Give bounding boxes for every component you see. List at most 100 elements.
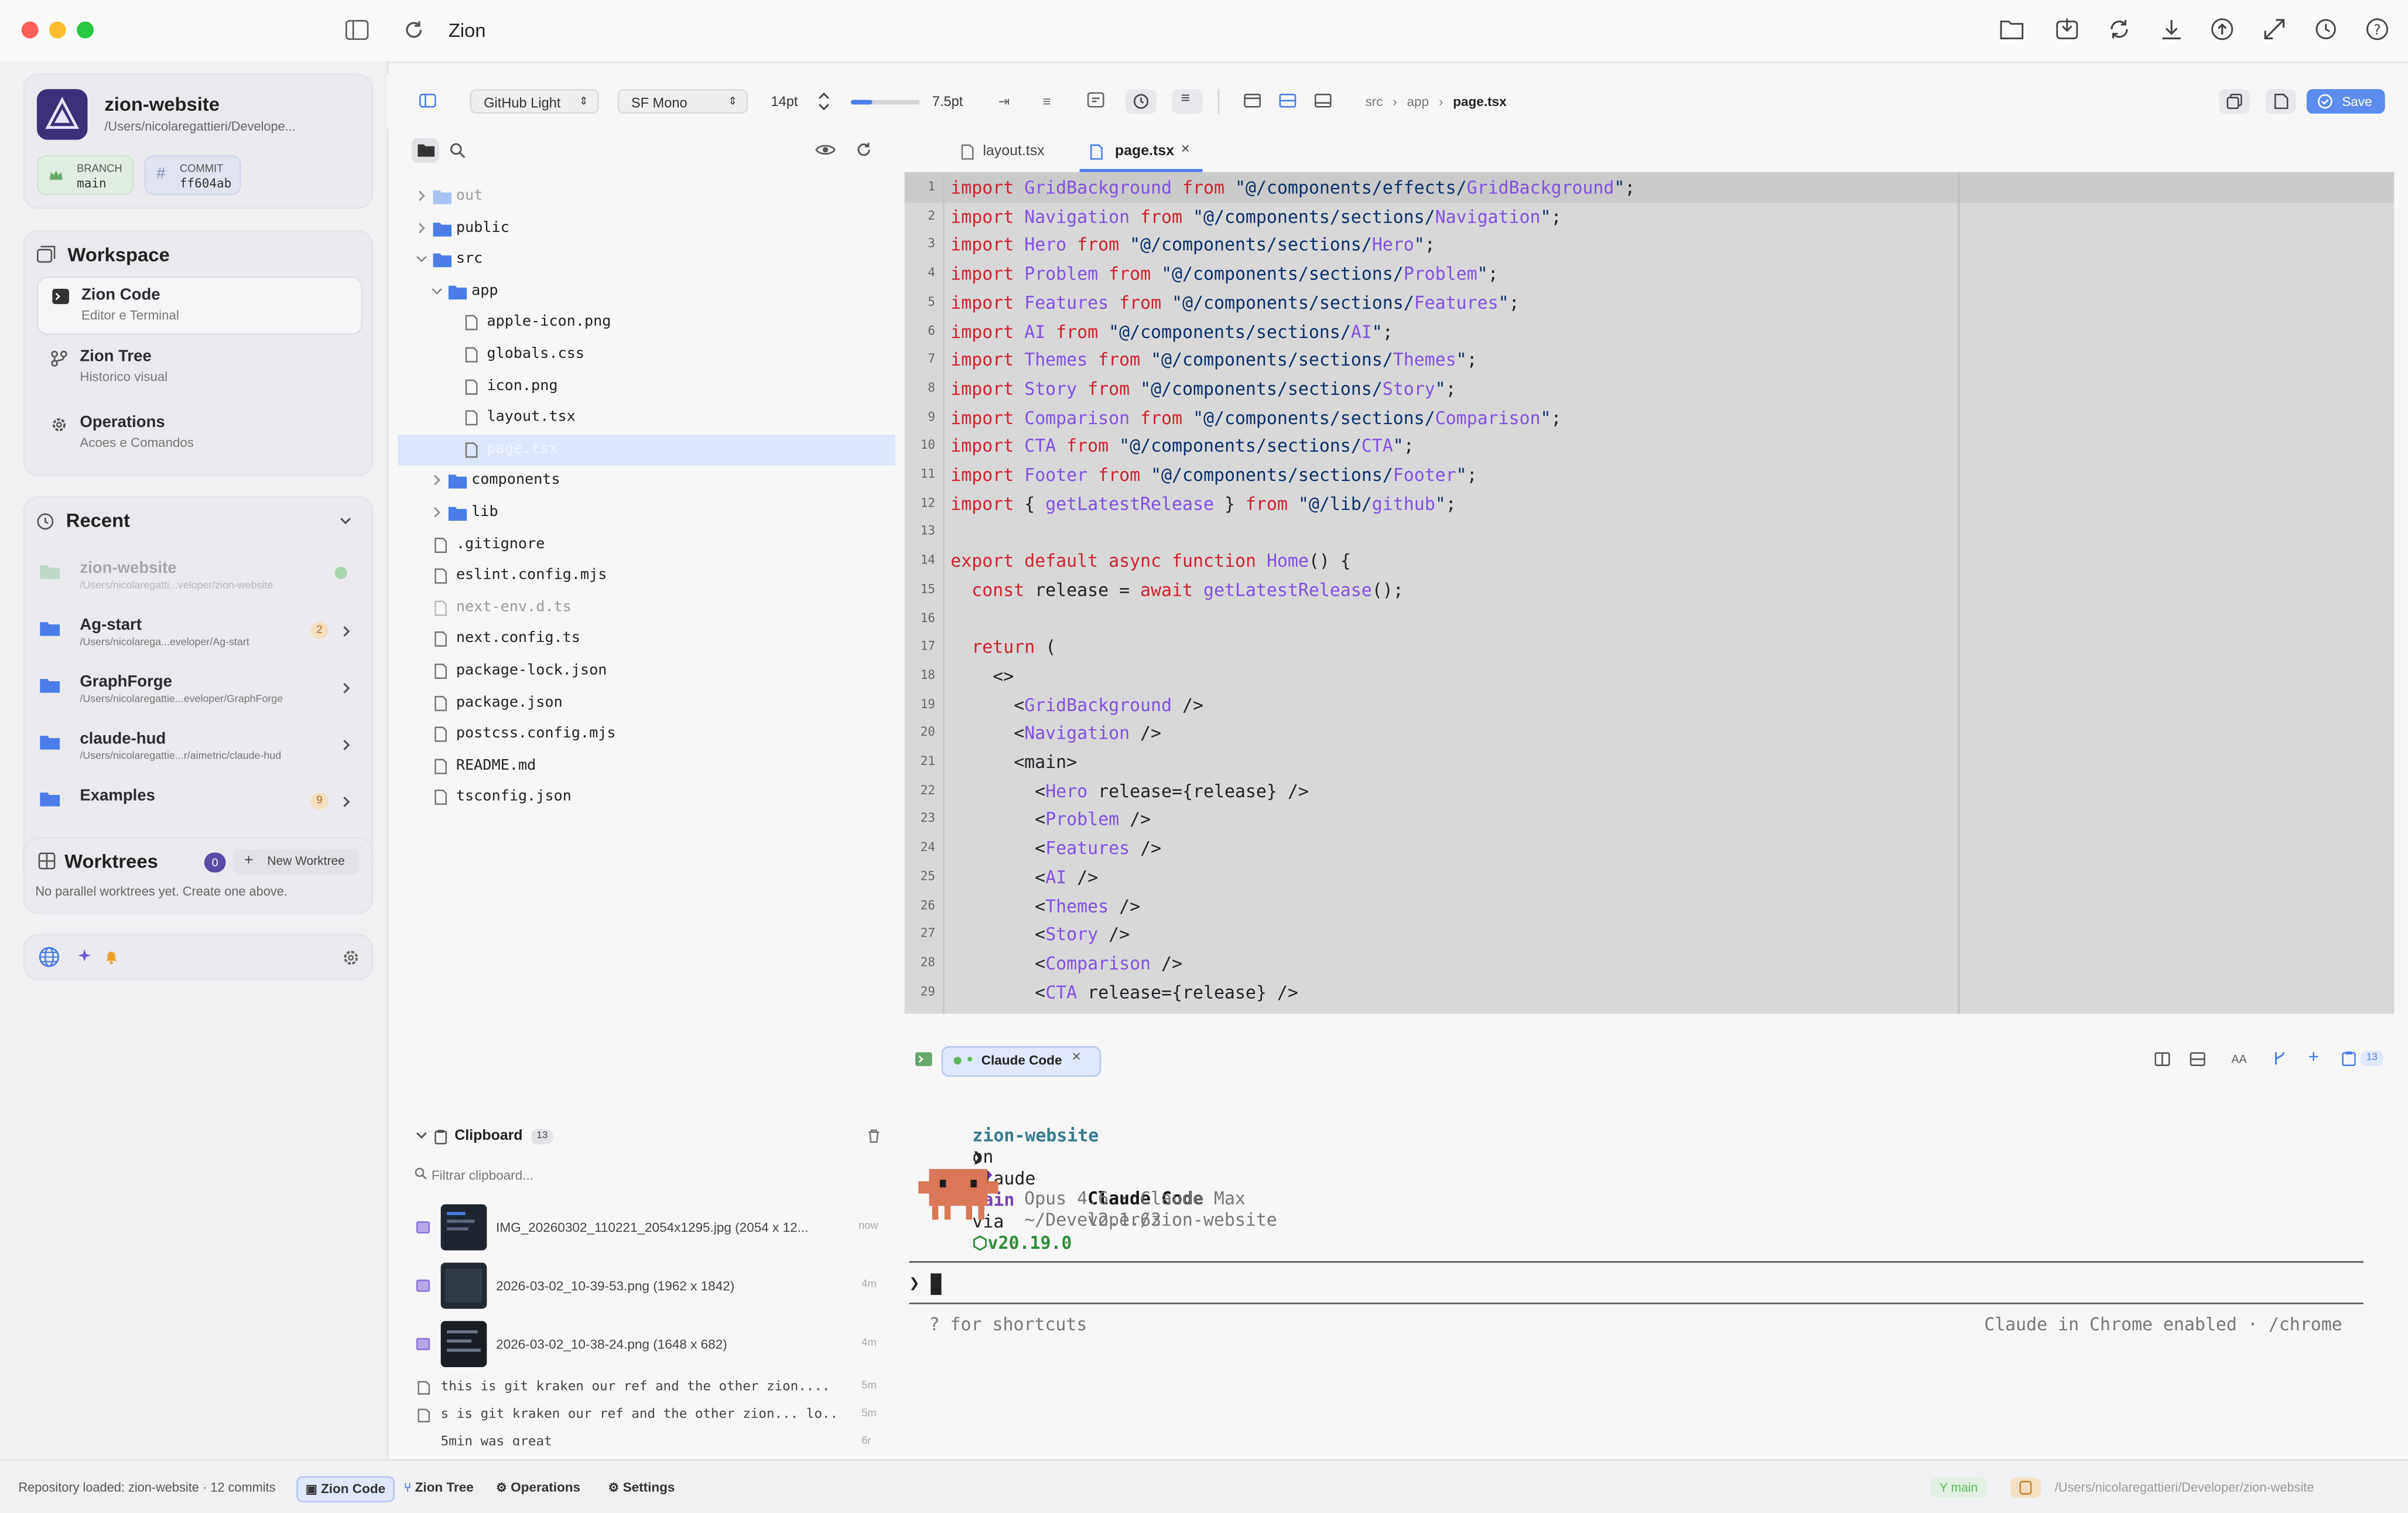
chevron-right-icon[interactable] (416, 190, 427, 201)
tree-file[interactable]: apple-icon.png (398, 308, 895, 339)
files-tab[interactable] (411, 138, 440, 163)
tree-folder[interactable]: public (398, 213, 895, 243)
image-thumbnail[interactable] (440, 1204, 487, 1251)
tree-file[interactable]: icon.png (398, 371, 895, 402)
tree-folder[interactable]: components (398, 466, 895, 497)
expand-icon[interactable] (2262, 17, 2287, 42)
recent-item[interactable]: Ag-start /Users/nicolarega...eveloper/Ag… (37, 613, 360, 665)
status-tab-settings[interactable]: ⚙ Settings (600, 1476, 682, 1499)
panel-toggle-icon[interactable] (419, 93, 436, 108)
indent-icon[interactable]: ⇥ (998, 94, 1010, 111)
tree-file[interactable]: .gitignore (398, 530, 895, 560)
globe-icon[interactable] (39, 946, 60, 968)
reload-icon[interactable] (856, 141, 873, 158)
changes-indicator[interactable] (2010, 1477, 2041, 1498)
clipboard-item[interactable]: this is git kraken our ref and the other… (441, 1379, 837, 1395)
wrap-toggle[interactable]: ≡ (1171, 89, 1203, 114)
minimap-icon[interactable] (1087, 92, 1104, 108)
sidebar-toggle-icon[interactable] (346, 20, 369, 40)
clipboard-item[interactable]: IMG_20260302_110221_2054x1295.jpg (2054 … (496, 1220, 972, 1235)
tab-layout-tsx[interactable]: layout.tsx (950, 135, 1073, 169)
close-tab-icon[interactable]: × (1181, 141, 1190, 158)
clipboard-icon[interactable] (2342, 1051, 2356, 1066)
branch-icon[interactable] (2273, 1051, 2287, 1066)
zoom-window-button[interactable] (77, 21, 94, 39)
chevron-down-icon[interactable] (416, 254, 427, 264)
chevron-down-icon[interactable] (340, 516, 352, 525)
chevron-down-icon[interactable] (416, 1132, 427, 1140)
layout-top-icon[interactable] (1244, 93, 1261, 108)
clipboard-item[interactable]: 2026-03-02_10-38-24.png (1648 x 682) (496, 1337, 972, 1352)
bell-icon[interactable] (104, 950, 118, 965)
status-tab-zion-code[interactable]: ▣ Zion Code (296, 1476, 395, 1502)
list-icon[interactable]: ≡ (1043, 94, 1051, 109)
breadcrumb-item[interactable]: src (1365, 94, 1383, 109)
tree-file[interactable]: package.json (398, 688, 895, 718)
close-window-button[interactable] (21, 21, 39, 39)
branch-pill[interactable]: BRANCH main (36, 155, 134, 196)
commit-pill[interactable]: # COMMIT ff604ab (144, 155, 241, 196)
font-select[interactable]: SF Mono ⇕ (617, 89, 748, 114)
image-thumbnail[interactable] (440, 1321, 487, 1367)
tree-file[interactable]: next.config.ts (398, 624, 895, 655)
tree-folder[interactable]: src (398, 244, 895, 275)
workspace-item-zion-tree[interactable]: Zion Tree Historico visual (37, 343, 360, 398)
trash-icon[interactable] (868, 1129, 880, 1143)
clipboard-item[interactable]: s is git kraken our ref and the other zi… (441, 1407, 837, 1422)
font-size-icon[interactable]: AA (2231, 1052, 2246, 1066)
font-size-stepper[interactable] (817, 89, 831, 114)
tree-file[interactable]: layout.tsx (398, 403, 895, 433)
file-info-button[interactable] (2265, 89, 2296, 114)
recent-item[interactable]: zion-website /Users/nicolaregatti...velo… (37, 556, 360, 608)
clipboard-item[interactable]: 2026-03-02_10-39-53.png (1962 x 1842) (496, 1278, 972, 1293)
terminal-tab-claude-code[interactable]: Claude Code × (941, 1046, 1102, 1077)
pull-icon[interactable] (2159, 17, 2184, 42)
tree-folder[interactable]: lib (398, 498, 895, 528)
tree-file[interactable]: page.tsx (398, 434, 895, 466)
status-branch-badge[interactable]: Y main (1930, 1477, 1987, 1498)
chevron-down-icon[interactable] (432, 285, 442, 296)
recent-item[interactable]: Examples 9 (37, 783, 360, 835)
clipboard-filter-input[interactable]: Filtrar clipboard... (432, 1167, 533, 1183)
workspace-item-zion-code[interactable]: Zion Code Editor e Terminal (36, 276, 362, 335)
tree-file[interactable]: eslint.config.mjs (398, 561, 895, 592)
line-height-slider[interactable] (850, 100, 920, 105)
minimize-window-button[interactable] (49, 21, 66, 39)
tree-file[interactable]: globals.css (398, 340, 895, 370)
eye-icon[interactable] (815, 143, 836, 157)
open-folder-icon[interactable] (1999, 18, 2024, 40)
terminal-panel[interactable]: Claude Code × AA + 13 zion-website on ⎇ … (904, 1041, 2408, 1460)
history-icon[interactable] (2313, 17, 2337, 42)
copy-path-button[interactable] (2219, 89, 2250, 114)
refresh-icon[interactable] (402, 18, 425, 41)
save-button[interactable]: Save (2306, 89, 2385, 114)
theme-select[interactable]: GitHub Light ⇕ (470, 89, 599, 114)
layout-split-icon[interactable] (1279, 93, 1297, 108)
tree-folder[interactable]: app (398, 276, 895, 307)
breadcrumb-item[interactable]: app (1407, 94, 1429, 109)
chevron-right-icon[interactable] (432, 475, 442, 486)
fetch-icon[interactable] (2055, 17, 2079, 42)
split-horizontal-icon[interactable] (2190, 1052, 2205, 1066)
clipboard-item-clipped[interactable]: 5min was great 6m (441, 1435, 871, 1445)
sync-icon[interactable] (2107, 17, 2132, 42)
search-icon[interactable] (450, 143, 466, 158)
tree-file[interactable]: next-env.d.ts (398, 593, 895, 623)
code-editor[interactable]: 1 import GridBackground from "@/component… (904, 172, 2395, 1014)
help-icon[interactable]: ? (2365, 17, 2390, 42)
tree-file[interactable]: README.md (398, 751, 895, 781)
layout-bottom-icon[interactable] (1314, 93, 1332, 108)
chevron-right-icon[interactable] (416, 222, 427, 233)
image-thumbnail[interactable] (440, 1262, 487, 1309)
push-icon[interactable] (2210, 17, 2235, 42)
close-terminal-tab-icon[interactable]: × (1072, 1049, 1080, 1066)
split-vertical-icon[interactable] (2154, 1052, 2170, 1066)
tree-file[interactable]: postcss.config.mjs (398, 719, 895, 750)
add-terminal-icon[interactable]: + (2308, 1046, 2319, 1068)
tab-page-tsx[interactable]: page.tsx × (1079, 135, 1203, 172)
workspace-item-operations[interactable]: Operations Acoes e Comandos (37, 409, 360, 464)
recent-item[interactable]: GraphForge /Users/nicolaregattie...evelo… (37, 670, 360, 722)
chevron-right-icon[interactable] (432, 507, 442, 518)
status-tab-operations[interactable]: ⚙ Operations (488, 1476, 588, 1499)
status-tab-zion-tree[interactable]: ⑂ Zion Tree (396, 1476, 481, 1499)
